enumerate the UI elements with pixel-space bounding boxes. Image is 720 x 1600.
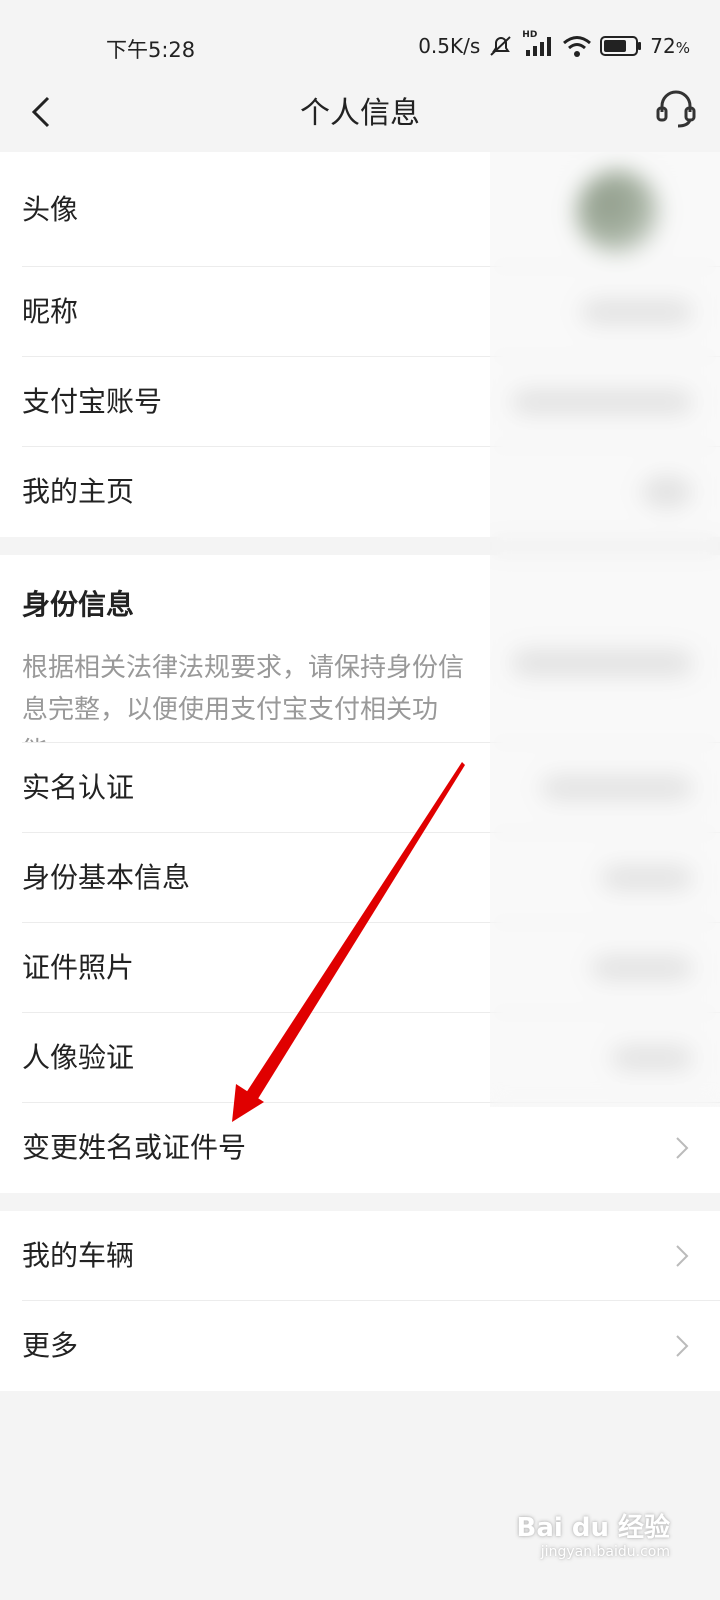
baidu-watermark: Bai du 经验 jingyan.baidu.com (516, 1513, 671, 1560)
annotation-arrow (232, 762, 465, 1122)
